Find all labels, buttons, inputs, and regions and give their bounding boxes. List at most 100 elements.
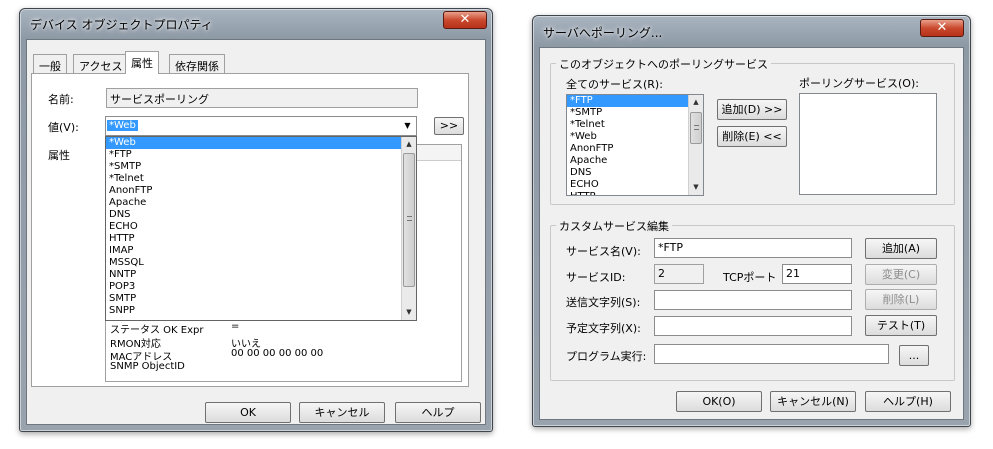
- left-titlebar[interactable]: デバイス オブジェクトプロパティ ✕: [20, 9, 492, 39]
- dropdown-item[interactable]: ECHO: [106, 221, 401, 233]
- service-list-item[interactable]: *FTP: [567, 95, 688, 107]
- tab-general-label: 一般: [39, 60, 61, 73]
- left-cancel-button[interactable]: キャンセル: [299, 402, 385, 423]
- service-name-label: サービス名(V):: [566, 245, 641, 258]
- left-close-icon[interactable]: ✕: [443, 11, 487, 29]
- custom-add-button[interactable]: 追加(A): [865, 238, 937, 259]
- custom-group-title: カスタムサービス編集: [556, 218, 672, 234]
- dropdown-rows: *Web *FTP *SMTP *Telnet AnonFTP Apache D…: [106, 137, 401, 317]
- right-close-icon[interactable]: ✕: [920, 19, 964, 37]
- right-client-area: このオブジェクトへのポーリングサービス 全てのサービス(R): ポーリングサービ…: [539, 47, 964, 420]
- remove-service-button[interactable]: 削除(E) <<: [717, 126, 787, 147]
- test-button[interactable]: テスト(T): [865, 315, 937, 336]
- tcp-port-input[interactable]: 21: [782, 264, 852, 284]
- left-dialog-title: デバイス オブジェクトプロパティ: [30, 18, 213, 32]
- service-list-item[interactable]: Apache: [567, 155, 688, 167]
- tcp-port-label: TCPポート: [723, 271, 777, 284]
- left-client-area: 一般 アクセス 属性 依存関係 名前: サービスポーリング 値(V): *Web…: [26, 39, 486, 425]
- dropdown-item[interactable]: SNPP: [106, 305, 401, 317]
- attr-name: SNMP ObjectID: [110, 361, 185, 372]
- expand-button[interactable]: >>: [434, 117, 464, 135]
- attr-row-status-ok-expr: ステータス OK Expr: [110, 321, 203, 336]
- right-cancel-button[interactable]: キャンセル(N): [770, 391, 856, 412]
- service-list-item[interactable]: HTTP: [567, 191, 688, 195]
- all-services-rows: *FTP *SMTP *Telnet *Web AnonFTP Apache D…: [567, 95, 688, 195]
- service-id-label: サービスID:: [566, 271, 626, 284]
- scroll-down-arrow-icon[interactable]: ▼: [689, 180, 703, 195]
- tab-general[interactable]: 一般: [33, 54, 67, 74]
- program-input[interactable]: [654, 344, 889, 364]
- change-button[interactable]: 変更(C): [865, 264, 937, 285]
- service-list-item[interactable]: *Telnet: [567, 119, 688, 131]
- tab-attributes[interactable]: 属性: [125, 51, 159, 74]
- dropdown-item[interactable]: NNTP: [106, 269, 401, 281]
- scroll-thumb[interactable]: [403, 153, 415, 287]
- dropdown-item[interactable]: IMAP: [106, 245, 401, 257]
- tab-access[interactable]: アクセス: [73, 54, 129, 74]
- dropdown-item[interactable]: *Telnet: [106, 173, 401, 185]
- service-list-item[interactable]: *SMTP: [567, 107, 688, 119]
- value-selected-text: *Web: [107, 120, 138, 131]
- tab-panel: 名前: サービスポーリング 値(V): *Web ▼ >> 属性 ステータス O…: [31, 73, 469, 387]
- polling-group-title: このオブジェクトへのポーリングサービス: [556, 56, 771, 72]
- attr-value: =: [231, 321, 240, 332]
- dropdown-item[interactable]: *Web: [106, 137, 401, 149]
- right-ok-button[interactable]: OK(O): [676, 391, 762, 412]
- service-list-item[interactable]: AnonFTP: [567, 143, 688, 155]
- expect-string-input[interactable]: [654, 316, 852, 336]
- right-dialog-title: サーバへポーリング...: [543, 26, 663, 40]
- dropdown-item[interactable]: HTTP: [106, 233, 401, 245]
- scroll-down-arrow-icon[interactable]: ▼: [402, 305, 416, 320]
- dropdown-item[interactable]: SMTP: [106, 293, 401, 305]
- program-label: プログラム実行:: [566, 350, 647, 363]
- service-id-field: 2: [654, 264, 704, 284]
- send-string-label: 送信文字列(S):: [566, 296, 641, 309]
- dropdown-item[interactable]: POP3: [106, 281, 401, 293]
- service-name-input[interactable]: *FTP: [654, 238, 852, 258]
- scroll-grip-icon: [694, 125, 699, 130]
- right-help-button[interactable]: ヘルプ(H): [865, 391, 951, 412]
- value-label: 値(V):: [48, 121, 79, 134]
- service-list-item[interactable]: *Web: [567, 131, 688, 143]
- add-service-button[interactable]: 追加(D) >>: [717, 99, 787, 120]
- polling-services-list[interactable]: [799, 93, 937, 195]
- combobox-chevron-down-icon[interactable]: ▼: [400, 118, 415, 134]
- dropdown-item[interactable]: MSSQL: [106, 257, 401, 269]
- all-services-list[interactable]: *FTP *SMTP *Telnet *Web AnonFTP Apache D…: [566, 94, 704, 196]
- delete-button[interactable]: 削除(L): [865, 289, 937, 310]
- server-polling-dialog: サーバへポーリング... ✕ このオブジェクトへのポーリングサービス 全てのサー…: [532, 15, 971, 427]
- attributes-label: 属性: [48, 149, 70, 162]
- left-ok-button[interactable]: OK: [205, 402, 291, 423]
- device-object-properties-dialog: デバイス オブジェクトプロパティ ✕ 一般 アクセス 属性 依存関係 名前: サ…: [19, 8, 493, 432]
- dropdown-item[interactable]: AnonFTP: [106, 185, 401, 197]
- left-help-button[interactable]: ヘルプ: [395, 402, 481, 423]
- service-list-item[interactable]: ECHO: [567, 179, 688, 191]
- scroll-thumb[interactable]: [690, 112, 702, 144]
- scroll-grip-icon: [407, 216, 412, 221]
- tab-dependencies[interactable]: 依存関係: [169, 54, 225, 74]
- dropdown-item[interactable]: DNS: [106, 209, 401, 221]
- services-scrollbar[interactable]: ▲ ▼: [688, 95, 703, 195]
- tab-attributes-label: 属性: [131, 57, 153, 70]
- dropdown-item[interactable]: *SMTP: [106, 161, 401, 173]
- expect-string-label: 予定文字列(X):: [566, 322, 641, 335]
- scroll-up-arrow-icon[interactable]: ▲: [689, 95, 703, 110]
- value-combobox[interactable]: *Web ▼: [105, 116, 417, 136]
- all-services-label: 全てのサービス(R):: [566, 78, 663, 91]
- name-label: 名前:: [48, 93, 74, 106]
- tab-access-label: アクセス: [79, 60, 123, 73]
- attributes-header: [416, 145, 461, 161]
- polling-services-label: ポーリングサービス(O):: [799, 77, 919, 90]
- dropdown-item[interactable]: *FTP: [106, 149, 401, 161]
- dropdown-scrollbar[interactable]: ▲ ▼: [401, 137, 416, 320]
- dropdown-item[interactable]: Apache: [106, 197, 401, 209]
- attr-row-snmp-objectid: SNMP ObjectID: [110, 361, 185, 372]
- tab-dependencies-label: 依存関係: [175, 60, 219, 73]
- scroll-up-arrow-icon[interactable]: ▲: [402, 137, 416, 152]
- attr-value: 00 00 00 00 00 00: [231, 348, 324, 359]
- browse-button[interactable]: ...: [899, 345, 929, 366]
- service-list-item[interactable]: DNS: [567, 167, 688, 179]
- send-string-input[interactable]: [654, 290, 852, 310]
- value-dropdown-list[interactable]: *Web *FTP *SMTP *Telnet AnonFTP Apache D…: [105, 136, 417, 321]
- right-titlebar[interactable]: サーバへポーリング... ✕: [533, 16, 970, 46]
